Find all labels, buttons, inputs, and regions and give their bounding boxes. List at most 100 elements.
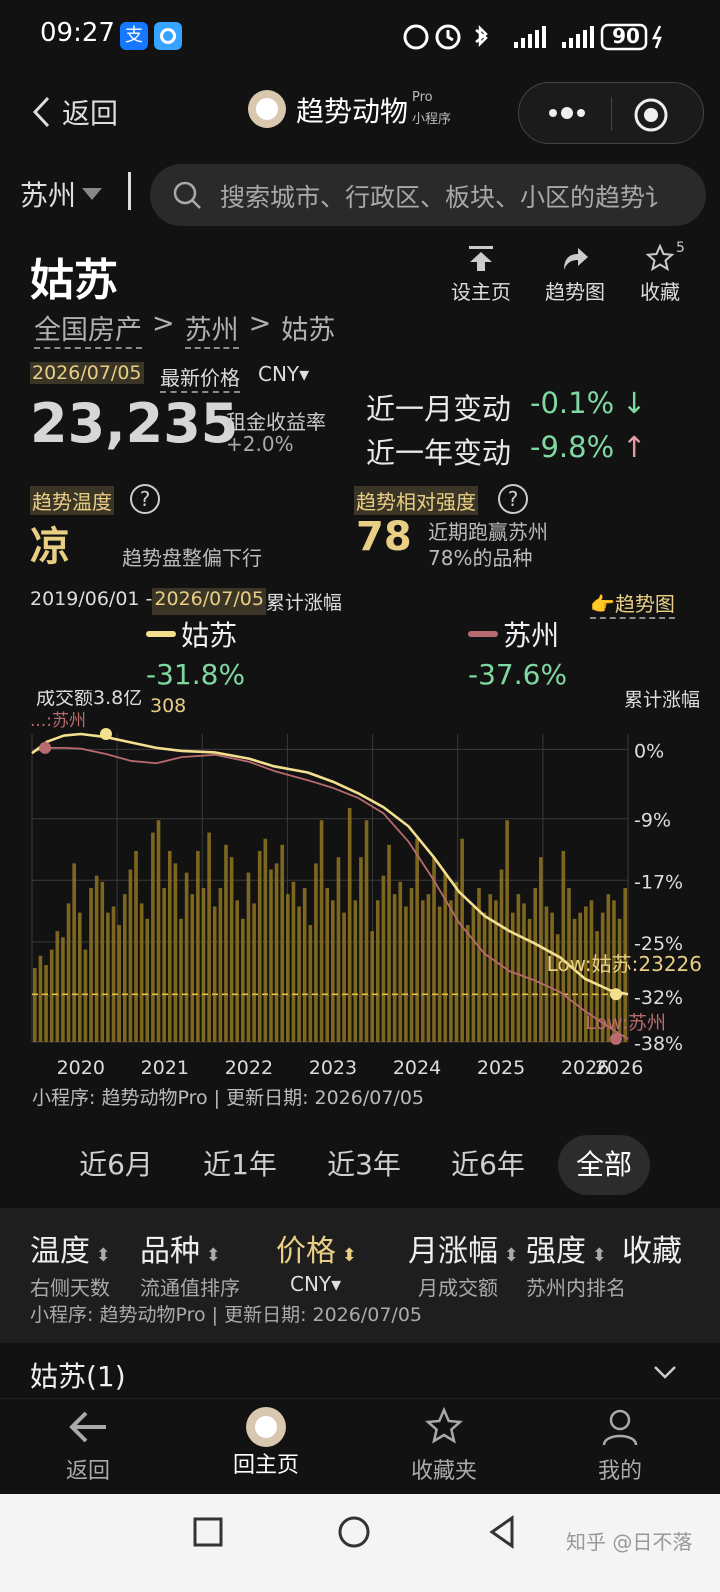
help-icon[interactable]: ? xyxy=(130,484,160,514)
down-arrow-icon: ↓ xyxy=(622,386,647,420)
share-arrow-icon xyxy=(564,248,588,270)
tab-favorites[interactable]: 收藏夹 xyxy=(384,1406,504,1485)
range-tab-6m[interactable]: 近6月 xyxy=(66,1135,166,1195)
year-change-value: -9.8% xyxy=(530,430,615,464)
volume-bar xyxy=(561,851,566,1042)
caret-down-icon xyxy=(82,188,103,200)
back-button[interactable]: 返回 xyxy=(30,92,118,132)
volume-bar xyxy=(404,906,408,1042)
volume-bar xyxy=(61,937,65,1042)
home-avatar-icon xyxy=(246,1407,286,1447)
volume-bar xyxy=(297,906,301,1042)
set-home-label: 设主页 xyxy=(451,280,511,304)
range-tab-1y[interactable]: 近1年 xyxy=(190,1135,290,1195)
volume-bar xyxy=(465,924,470,1042)
range-suffix: 累计涨幅 xyxy=(265,592,342,614)
recent-apps-icon[interactable] xyxy=(192,1516,224,1548)
bluetooth-icon xyxy=(475,24,488,48)
volume-bar xyxy=(387,844,391,1042)
volume-bar xyxy=(218,888,223,1042)
help-icon[interactable]: ? xyxy=(498,484,528,514)
col-monthly-change[interactable]: 月涨幅 ⬍ 月成交额 xyxy=(408,1226,519,1301)
volume-bar xyxy=(201,888,206,1042)
trend-temp-value: 凉 xyxy=(30,524,70,570)
home-circle-icon[interactable] xyxy=(336,1514,372,1550)
volume-bar xyxy=(111,906,116,1042)
col-temperature[interactable]: 温度 ⬍ 右侧天数 xyxy=(30,1226,111,1301)
range-end: 2026/07/05 xyxy=(152,588,266,615)
trend-chart-button[interactable]: 趋势图 xyxy=(538,244,612,305)
volume-bar xyxy=(527,918,532,1042)
volume-bar xyxy=(291,881,296,1042)
volume-bar xyxy=(257,851,262,1042)
col-title: 月涨幅 xyxy=(408,1234,498,1269)
sort-icon: ⬍ xyxy=(586,1245,607,1266)
breadcrumb-country[interactable]: 全国房产 xyxy=(34,308,142,349)
suzhou-high-label: ...:苏州 xyxy=(30,711,86,731)
range-tab-6y[interactable]: 近6年 xyxy=(438,1135,538,1195)
volume-bar xyxy=(499,869,504,1042)
favorite-label: 收藏 xyxy=(640,280,680,304)
col-favorite[interactable]: 收藏 xyxy=(622,1226,682,1270)
close-miniprogram-button[interactable] xyxy=(631,95,671,135)
col-variety[interactable]: 品种 ⬍ 流通值排序 xyxy=(140,1226,240,1301)
volume-bar xyxy=(533,888,538,1042)
tab-label: 回主页 xyxy=(232,1453,299,1478)
volume-bar xyxy=(522,903,526,1042)
sort-icon: ⬍ xyxy=(200,1245,221,1266)
range-tab-3y[interactable]: 近3年 xyxy=(314,1135,414,1195)
back-triangle-icon[interactable] xyxy=(486,1514,518,1550)
volume-bar xyxy=(342,912,346,1042)
trend-chart[interactable]: 0%-9%-17%-25%-32%-38%2020 2021 2022 2023 202… xyxy=(30,690,720,1130)
volume-bar xyxy=(128,869,133,1042)
sort-icon: ⬍ xyxy=(90,1245,111,1266)
range-tab-all[interactable]: 全部 xyxy=(558,1135,650,1195)
tab-home[interactable]: 回主页 xyxy=(206,1407,326,1479)
group-row[interactable]: 姑苏(1) xyxy=(0,1343,720,1398)
volume-bar xyxy=(331,900,335,1042)
trend-strength-desc: 78%的品种 xyxy=(428,546,533,570)
volume-bar xyxy=(420,900,425,1042)
city-selector[interactable]: 苏州 xyxy=(20,172,104,216)
tab-profile[interactable]: 我的 xyxy=(560,1407,680,1485)
tab-back[interactable]: 返回 xyxy=(28,1407,148,1485)
breadcrumb-sep: > xyxy=(248,308,272,339)
trend-chart-link[interactable]: 👉趋势图 xyxy=(590,588,675,619)
legend-name: 姑苏 xyxy=(181,619,238,652)
currency-selector[interactable]: CNY▾ xyxy=(258,362,309,386)
arrow-left-icon xyxy=(69,1411,106,1443)
ranking-table-header: 温度 ⬍ 右侧天数 品种 ⬍ 流通值排序 价格 ⬍ CNY▾ 月涨幅 ⬍ 月成交… xyxy=(0,1208,720,1343)
pin-top-icon xyxy=(469,246,493,271)
capsule-divider xyxy=(611,97,612,131)
volume-bar xyxy=(77,912,82,1042)
volume-bar xyxy=(66,903,71,1042)
col-strength[interactable]: 强度 ⬍ 苏州内排名 xyxy=(526,1226,626,1301)
volume-bar xyxy=(572,918,577,1042)
volume-bar xyxy=(437,906,442,1042)
user-icon xyxy=(602,1409,638,1446)
volume-bar xyxy=(539,857,543,1042)
volume-bar xyxy=(49,949,54,1042)
breadcrumb-city[interactable]: 苏州 xyxy=(184,308,239,349)
volume-bar xyxy=(156,820,161,1042)
search-input[interactable]: 搜索城市、行政区、板块、小区的趋势讠 xyxy=(150,164,706,226)
legend-value: -31.8% xyxy=(146,658,246,691)
cumulative-range: 2019/06/01 - 2026/07/05 累计涨幅 xyxy=(30,588,342,615)
volume-bar xyxy=(471,906,476,1042)
volume-bar xyxy=(415,838,419,1042)
volume-bar xyxy=(94,875,99,1042)
favorite-count: 5 xyxy=(676,240,685,256)
legend-name: 苏州 xyxy=(503,619,560,652)
target-icon xyxy=(634,98,668,132)
x-tick-label: 2024 xyxy=(393,1057,441,1079)
sort-icon: ⬍ xyxy=(498,1245,519,1266)
set-home-button[interactable]: 设主页 xyxy=(444,244,518,305)
col-price[interactable]: 价格 ⬍ CNY▾ xyxy=(276,1226,357,1296)
volume-bar xyxy=(269,869,273,1042)
volume-bar xyxy=(173,863,178,1042)
tab-label: 返回 xyxy=(65,1459,110,1484)
more-button[interactable] xyxy=(537,98,597,128)
y-axis-label: 累计涨幅 xyxy=(624,690,700,711)
volume-bar xyxy=(460,838,464,1042)
y-tick-label: -9% xyxy=(634,810,671,832)
